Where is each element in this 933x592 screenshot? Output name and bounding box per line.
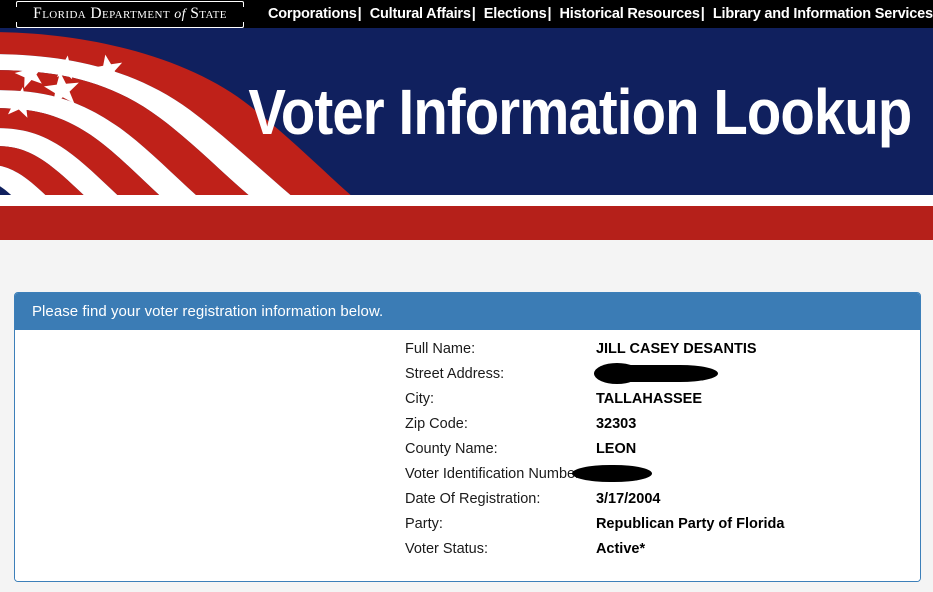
- field-label-voter-status: Voter Status:: [405, 541, 489, 557]
- table-row: Voter Identification Number:: [405, 465, 785, 491]
- page-title: Voter Information Lookup: [247, 75, 912, 148]
- redaction-bar-voter-identification-number: [571, 465, 652, 482]
- field-value-street-address: [584, 363, 785, 391]
- table-row: Street Address:: [405, 363, 785, 391]
- table-row: Full Name: JILL CASEY DESANTIS: [405, 341, 784, 366]
- top-navigation-bar: Florida Department of State Corporations…: [0, 0, 933, 28]
- nav-separator: |: [471, 6, 476, 22]
- field-value-zip-code: 32303: [595, 416, 637, 432]
- panel-body: Full Name: JILL CASEY DESANTIS Street Ad…: [15, 330, 920, 581]
- field-value-date-of-registration: 3/17/2004: [595, 491, 661, 507]
- nav-item-elections[interactable]: Elections: [484, 6, 547, 22]
- field-label-party: Party:: [405, 516, 443, 532]
- field-value-city: TALLAHASSEE: [595, 391, 703, 407]
- nav-item-historical-resources[interactable]: Historical Resources: [560, 6, 700, 22]
- field-label-date-of-registration: Date Of Registration:: [405, 491, 541, 507]
- nav-separator: |: [357, 6, 362, 22]
- field-value-voter-identification-number: [571, 465, 785, 491]
- banner-white-divider: [0, 195, 933, 206]
- field-label-city: City:: [405, 391, 434, 407]
- voter-info-table: Full Name: JILL CASEY DESANTIS Street Ad…: [405, 341, 784, 566]
- logo-text: Florida Department of State: [33, 5, 227, 22]
- table-row: City: TALLAHASSEE: [405, 391, 784, 416]
- nav-item-library-and-information-services[interactable]: Library and Information Services: [713, 6, 933, 22]
- banner-red-bar: [0, 206, 933, 240]
- nav-separator: |: [547, 6, 552, 22]
- field-label-street-address: Street Address:: [405, 366, 505, 382]
- agency-logo[interactable]: Florida Department of State: [14, 1, 246, 28]
- field-value-voter-status: Active*: [595, 541, 646, 557]
- table-row: County Name: LEON: [405, 441, 784, 466]
- field-value-party: Republican Party of Florida: [595, 516, 785, 532]
- nav-item-corporations[interactable]: Corporations: [268, 6, 357, 22]
- redaction-bar-street-address: [593, 363, 718, 384]
- table-row: Date Of Registration: 3/17/2004: [405, 491, 784, 516]
- field-label-voter-identification-number: Voter Identification Number:: [405, 466, 584, 482]
- voter-info-panel: Please find your voter registration info…: [14, 292, 921, 582]
- banner-title-wrap: Voter Information Lookup: [0, 28, 933, 195]
- table-row: Party: Republican Party of Florida: [405, 516, 784, 541]
- main-nav: Corporations | Cultural Affairs | Electi…: [268, 6, 933, 22]
- content-top-spacer: [0, 240, 933, 292]
- page-banner: Voter Information Lookup: [0, 28, 933, 195]
- field-label-county-name: County Name:: [405, 441, 498, 457]
- table-row: Voter Status: Active*: [405, 541, 784, 566]
- logo-text-of: of: [174, 7, 186, 22]
- field-value-county-name: LEON: [595, 441, 637, 457]
- table-row: Zip Code: 32303: [405, 416, 784, 441]
- nav-separator: |: [700, 6, 705, 22]
- field-label-full-name: Full Name:: [405, 341, 476, 357]
- panel-heading: Please find your voter registration info…: [15, 293, 920, 330]
- nav-item-cultural-affairs[interactable]: Cultural Affairs: [370, 6, 471, 22]
- field-label-zip-code: Zip Code:: [405, 416, 468, 432]
